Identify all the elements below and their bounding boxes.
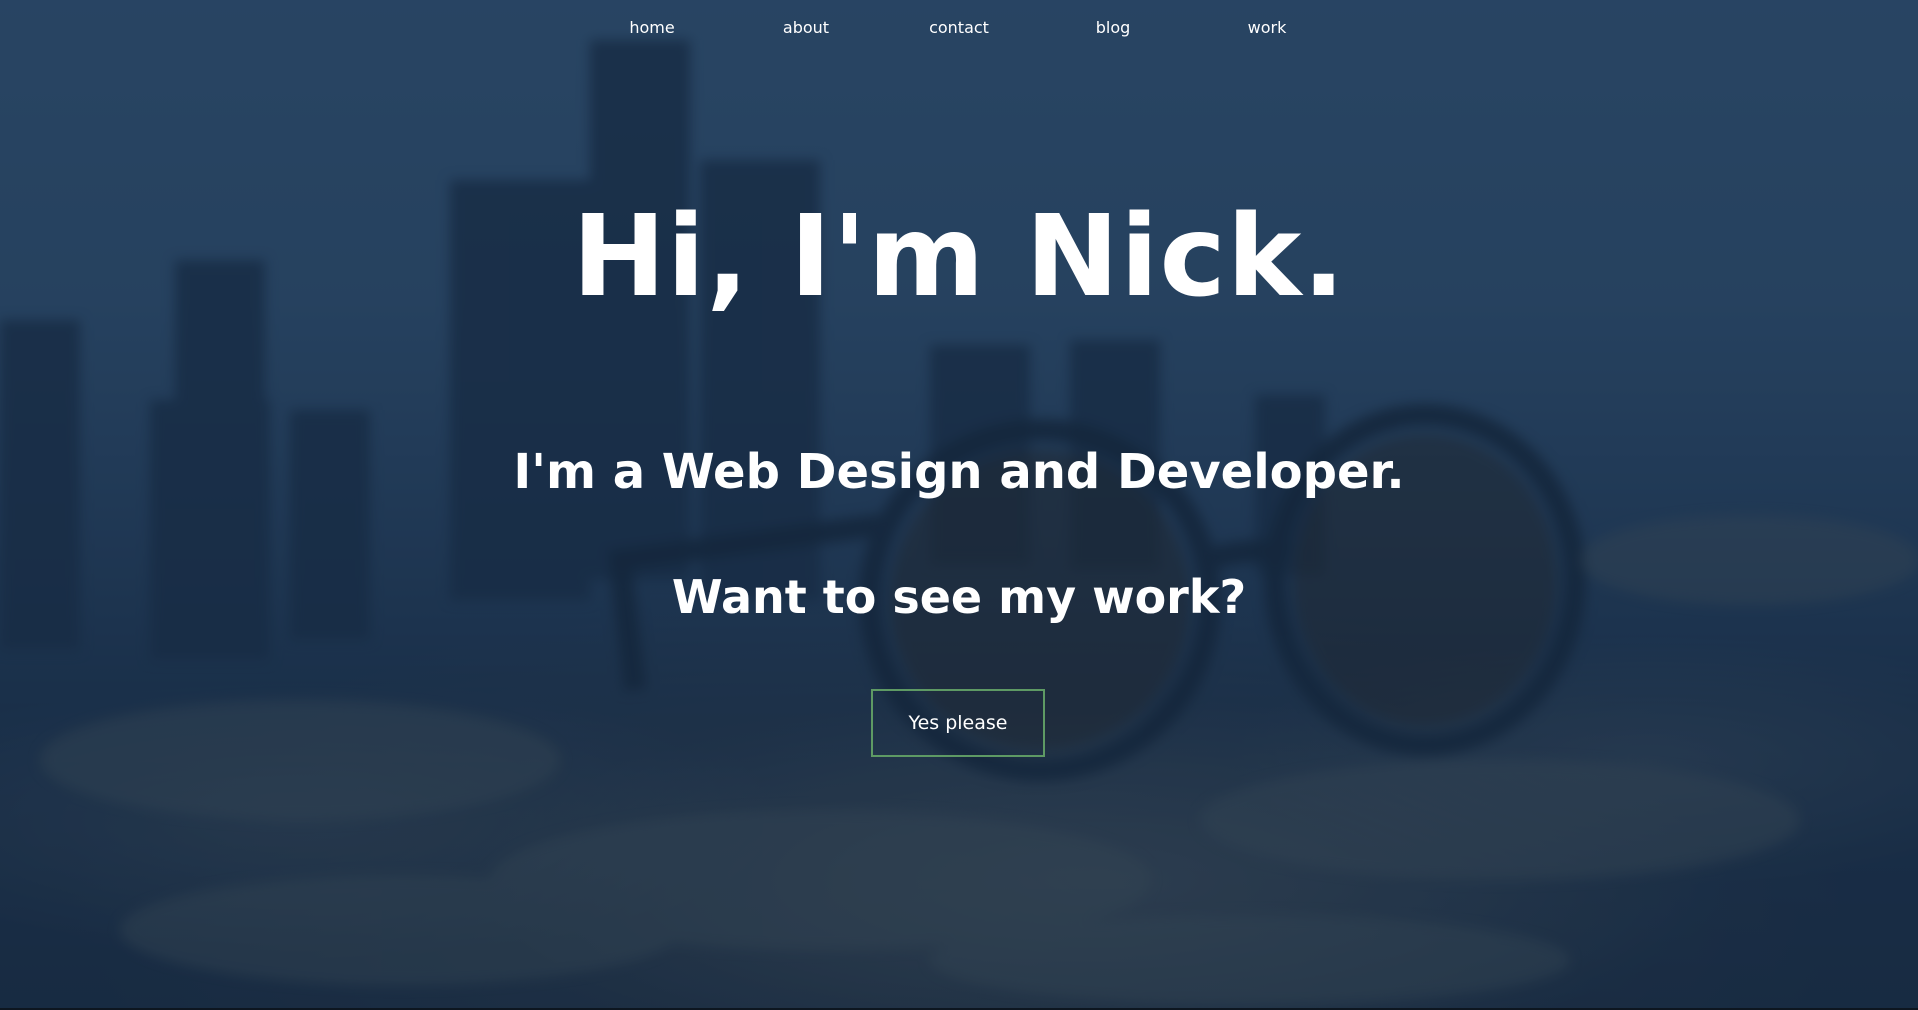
hero-question: Want to see my work?	[671, 570, 1247, 624]
nav-item-work[interactable]: work	[1248, 18, 1287, 37]
hero-title: Hi, I'm Nick.	[572, 192, 1346, 322]
nav-item-about[interactable]: about	[783, 18, 829, 37]
nav-item-blog[interactable]: blog	[1096, 18, 1131, 37]
hero-subtitle: I'm a Web Design and Developer.	[513, 444, 1405, 500]
yes-please-button[interactable]: Yes please	[871, 689, 1045, 757]
top-navigation: home about contact blog work	[0, 14, 1918, 44]
page: home about contact blog work Hi, I'm Nic…	[0, 0, 1918, 1010]
background-image	[0, 40, 1918, 1005]
nav-item-contact[interactable]: contact	[929, 18, 989, 37]
nav-item-home[interactable]: home	[629, 18, 674, 37]
background-overlay	[0, 0, 1918, 1010]
